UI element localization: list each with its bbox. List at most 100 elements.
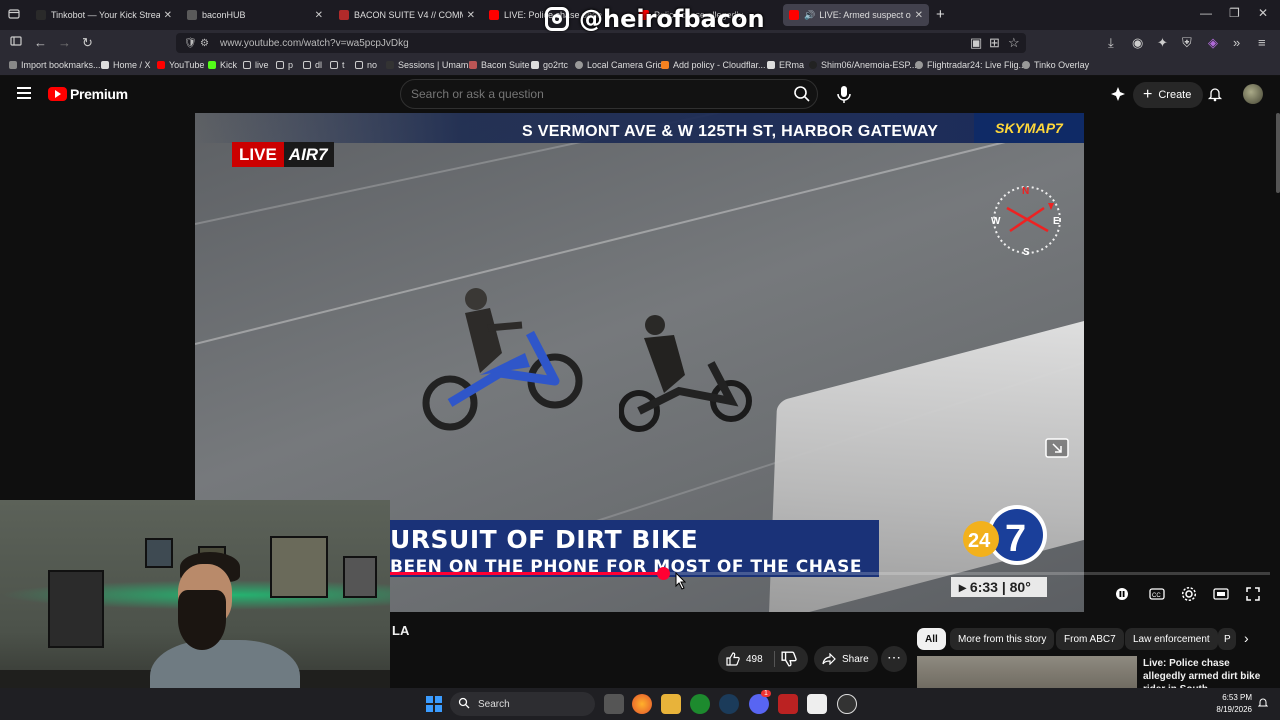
ublock-icon[interactable]: ⛨: [1182, 35, 1192, 51]
taskbar-search[interactable]: Search: [450, 692, 595, 716]
system-clock[interactable]: 6:53 PM 8/19/2026: [1206, 692, 1252, 716]
chip-more-from-story[interactable]: More from this story: [950, 628, 1055, 650]
bookmark-folder[interactable]: no: [355, 60, 377, 70]
shield-icon[interactable]: 🛡: [184, 38, 197, 49]
bookmark-item[interactable]: Import bookmarks...: [9, 60, 101, 70]
air7-label: AIR7: [283, 142, 334, 167]
browser-tab[interactable]: baconHUB ✕: [181, 4, 329, 26]
fullscreen-icon[interactable]: [1245, 586, 1261, 602]
theater-mode-icon[interactable]: [1213, 586, 1229, 602]
captions-icon[interactable]: CC: [1149, 586, 1165, 602]
bookmark-label: ERma: [779, 60, 805, 70]
firefox-icon[interactable]: [632, 694, 652, 714]
video-progress-bar[interactable]: [390, 567, 1270, 580]
restore-icon[interactable]: ❐: [1229, 6, 1240, 20]
page-scrollbar[interactable]: [1276, 113, 1280, 193]
bookmark-item[interactable]: Add policy - Cloudflar...: [661, 60, 766, 70]
miniplayer-icon[interactable]: [1045, 438, 1069, 458]
downloads-icon[interactable]: ⤓: [1108, 35, 1114, 51]
scrubber-handle[interactable]: [657, 567, 670, 580]
compass-e: E: [1053, 216, 1060, 227]
close-tab-icon[interactable]: ✕: [467, 10, 475, 21]
bookmark-folder[interactable]: t: [330, 60, 345, 70]
task-view-icon[interactable]: [604, 694, 624, 714]
voicemeeter-icon[interactable]: [778, 694, 798, 714]
progress-fill: [390, 572, 663, 575]
bookmark-item[interactable]: Local Camera Grid: [575, 60, 663, 70]
more-actions-icon[interactable]: ⋯: [881, 646, 907, 672]
new-tab-button[interactable]: +: [936, 6, 945, 23]
bookmark-folder[interactable]: p: [276, 60, 293, 70]
url-bar[interactable]: 🛡 ⚙ www.youtube.com/watch?v=wa5pcpJvDkg: [176, 33, 1026, 53]
sidebar-toggle-icon[interactable]: [10, 35, 22, 50]
forward-icon[interactable]: →: [58, 35, 71, 50]
bookmark-item[interactable]: Bacon Suite: [469, 60, 530, 70]
bookmark-folder[interactable]: live: [243, 60, 269, 70]
bookmark-item[interactable]: Home / X: [101, 60, 151, 70]
discord-icon[interactable]: 1: [749, 690, 771, 714]
user-avatar[interactable]: [1243, 84, 1263, 104]
bookmark-folder[interactable]: dl: [303, 60, 322, 70]
close-window-icon[interactable]: ✕: [1258, 6, 1268, 20]
close-tab-icon[interactable]: ✕: [315, 10, 323, 21]
close-tab-icon[interactable]: ✕: [915, 10, 923, 21]
search-input[interactable]: [411, 87, 771, 101]
create-button[interactable]: + Create: [1133, 82, 1204, 108]
tab-title: baconHUB: [202, 10, 246, 20]
obs-icon[interactable]: [837, 694, 857, 714]
back-icon[interactable]: ←: [34, 35, 47, 50]
clock-date: 8/19/2026: [1216, 705, 1252, 714]
menu-icon[interactable]: ≡: [1258, 35, 1266, 50]
speaker-icon[interactable]: 🔊: [804, 10, 815, 21]
bookmark-item[interactable]: Tinko Overlay: [1022, 60, 1089, 70]
bookmark-item[interactable]: Flightradar24: Live Flig...: [915, 60, 1026, 70]
chevron-right-icon[interactable]: ›: [1244, 630, 1249, 646]
steam-icon[interactable]: [719, 694, 739, 714]
permissions-icon[interactable]: ⚙: [200, 38, 209, 49]
windows-start-icon[interactable]: [426, 696, 442, 712]
notifications-bell-icon[interactable]: [1207, 86, 1223, 102]
youtube-premium-logo[interactable]: Premium: [48, 86, 128, 102]
like-button[interactable]: 498: [718, 646, 774, 672]
reader-view-icon[interactable]: ▣: [970, 35, 982, 51]
hamburger-menu-icon[interactable]: [17, 87, 31, 99]
dislike-button[interactable]: [780, 651, 798, 667]
bookmark-item[interactable]: Kick: [208, 60, 237, 70]
account-icon[interactable]: ◉: [1132, 35, 1143, 51]
bookmark-item[interactable]: Sessions | Umami: [386, 60, 470, 70]
overflow-chevron-icon[interactable]: »: [1233, 35, 1240, 50]
file-explorer-icon[interactable]: [661, 694, 681, 714]
search-box: [400, 79, 818, 109]
app-window-icon[interactable]: [807, 694, 827, 714]
browser-tab[interactable]: Tinkobot — Your Kick Stream's Inte ✕: [30, 4, 178, 26]
abc7-24-logo: 7 24: [963, 505, 1047, 565]
chip-all[interactable]: All: [917, 628, 946, 650]
close-tab-icon[interactable]: ✕: [164, 10, 172, 21]
share-button[interactable]: Share: [814, 646, 878, 672]
chip-from-abc7[interactable]: From ABC7: [1056, 628, 1124, 650]
bookmark-item[interactable]: YouTube: [157, 60, 204, 70]
extensions-icon[interactable]: ✦: [1157, 35, 1168, 51]
bookmark-item[interactable]: go2rtc: [531, 60, 568, 70]
minimize-icon[interactable]: —: [1200, 6, 1212, 20]
save-page-icon[interactable]: ⊞: [989, 35, 1000, 51]
chip-law-enforcement[interactable]: Law enforcement: [1125, 628, 1218, 650]
microphone-icon[interactable]: [832, 82, 856, 106]
browser-tab-active[interactable]: 🔊 LIVE: Armed suspect on dir ✕: [783, 4, 929, 26]
reload-icon[interactable]: ↻: [82, 35, 93, 51]
notification-bell-icon[interactable]: [1258, 698, 1268, 708]
bookmark-item[interactable]: Shim06/Anemoia-ESP...: [809, 60, 917, 70]
settings-gear-icon[interactable]: [1181, 586, 1197, 602]
autoplay-toggle-icon[interactable]: [1114, 586, 1130, 602]
x-icon: [101, 61, 109, 69]
search-icon[interactable]: [793, 85, 811, 103]
bookmark-star-icon[interactable]: ☆: [1008, 35, 1020, 51]
bookmark-item[interactable]: ERma: [767, 60, 804, 70]
recommended-thumbnail[interactable]: [917, 656, 1137, 690]
gemini-sparkle-icon[interactable]: [1110, 86, 1126, 102]
browser-tab[interactable]: BACON SUITE V4 // COMMAND ✕: [333, 4, 481, 26]
xbox-icon[interactable]: [690, 694, 710, 714]
extension-purple-icon[interactable]: ◈: [1208, 35, 1218, 51]
chip-overflow[interactable]: P: [1218, 628, 1236, 650]
tab-list-icon[interactable]: [8, 8, 20, 23]
